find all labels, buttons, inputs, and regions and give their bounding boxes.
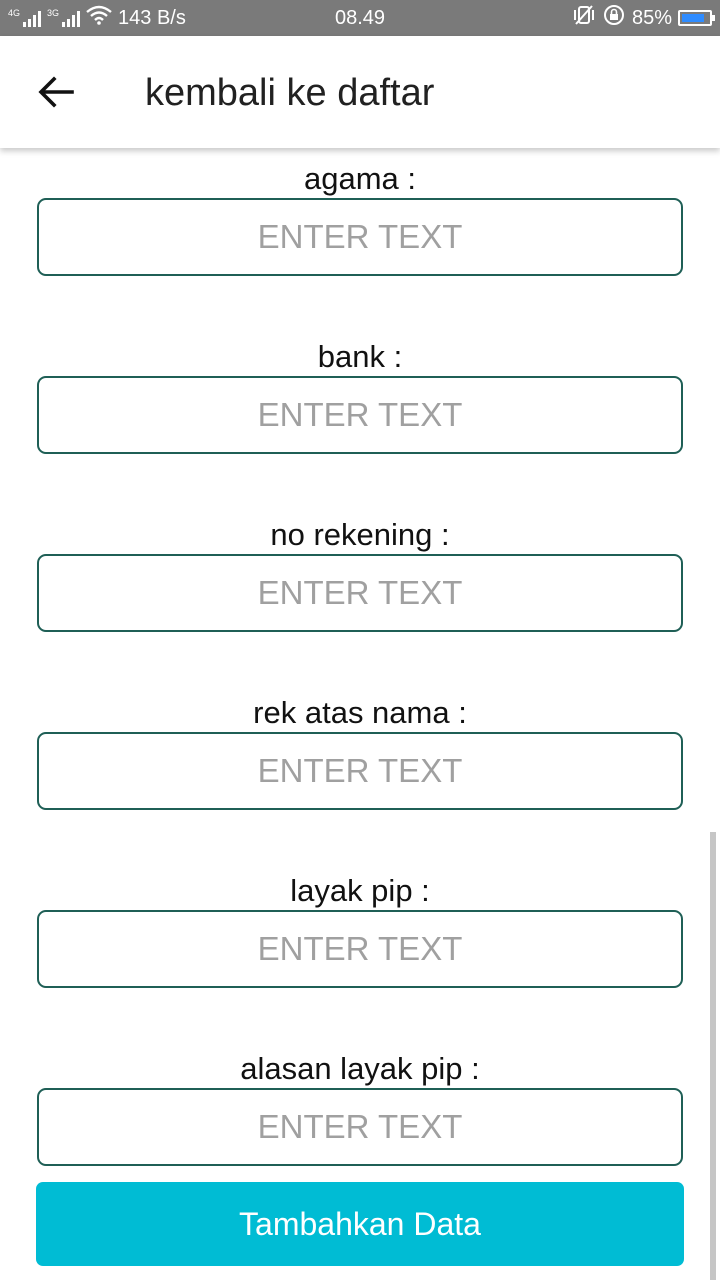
layak-pip-label: layak pip : — [290, 873, 430, 908]
scrollbar[interactable] — [710, 832, 716, 1280]
status-bar: 4G 3G 143 B/s 08.49 85% — [0, 0, 720, 36]
alasan-layak-pip-input[interactable] — [37, 1088, 683, 1166]
agama-label: agama : — [303, 161, 416, 196]
back-button[interactable] — [24, 62, 88, 126]
status-right: 85% — [572, 0, 715, 36]
no-rekening-input[interactable] — [37, 554, 683, 632]
bank-label: bank : — [317, 339, 403, 374]
submit-button[interactable]: Tambahkan Data — [36, 1182, 684, 1266]
arrow-left-icon — [38, 75, 74, 113]
battery-percent: 85% — [631, 6, 672, 29]
bank-input[interactable] — [37, 376, 683, 454]
no-rekening-label: no rekening : — [270, 517, 450, 552]
agama-input[interactable] — [37, 198, 683, 276]
app-bar: kembali ke daftar — [0, 36, 720, 148]
alasan-layak-pip-label: alasan layak pip : — [240, 1051, 480, 1086]
layak-pip-input[interactable] — [37, 910, 683, 988]
battery-level — [682, 14, 705, 22]
status-time: 08.49 — [334, 6, 386, 29]
rek-atas-nama-input[interactable] — [37, 732, 683, 810]
rek-atas-nama-label: rek atas nama : — [253, 695, 467, 730]
page-title: kembali ke daftar — [145, 72, 435, 114]
battery-icon — [678, 10, 715, 26]
rotation-lock-icon — [602, 3, 626, 33]
vibrate-icon — [572, 4, 596, 32]
